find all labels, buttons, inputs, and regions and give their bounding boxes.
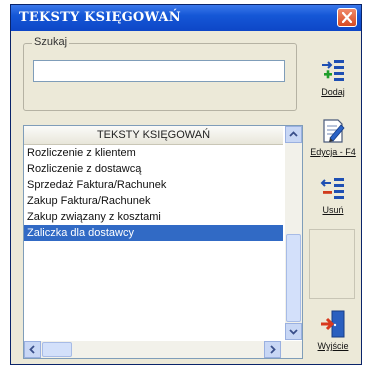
edit-document-icon bbox=[323, 119, 345, 143]
horizontal-scroll-thumb[interactable] bbox=[42, 342, 72, 357]
delete-list-icon bbox=[320, 178, 344, 199]
list-item[interactable]: Zakup związany z kosztami bbox=[24, 209, 283, 225]
window-title: TEKSTY KSIĘGOWAŃ bbox=[19, 10, 181, 25]
chevron-left-icon bbox=[29, 345, 35, 354]
dialog-window: TEKSTY KSIĘGOWAŃ Szukaj TEKSTY KSIĘGOWAŃ… bbox=[10, 4, 362, 365]
scroll-left-button[interactable] bbox=[24, 341, 41, 358]
search-label: Szukaj bbox=[32, 36, 70, 48]
close-button[interactable] bbox=[337, 8, 357, 27]
scroll-up-button[interactable] bbox=[285, 126, 302, 143]
close-icon bbox=[342, 12, 352, 23]
add-button-label: Dodaj bbox=[321, 87, 345, 97]
horizontal-scrollbar[interactable] bbox=[24, 341, 302, 358]
search-input[interactable] bbox=[33, 60, 285, 82]
button-spacer bbox=[309, 229, 355, 299]
list-item[interactable]: Zakup Faktura/Rachunek bbox=[24, 193, 283, 209]
exit-button[interactable]: Wyjście bbox=[307, 305, 359, 359]
list-item-selected[interactable]: Zaliczka dla dostawcy bbox=[24, 225, 283, 241]
chevron-right-icon bbox=[270, 345, 276, 354]
edit-button[interactable]: Edycja - F4 bbox=[307, 113, 359, 167]
scroll-down-button[interactable] bbox=[285, 323, 302, 340]
edit-button-label: Edycja - F4 bbox=[310, 147, 356, 157]
exit-button-label: Wyjście bbox=[317, 341, 349, 351]
entry-list[interactable]: TEKSTY KSIĘGOWAŃ Rozliczenie z klientem … bbox=[23, 125, 303, 359]
action-panel: Dodaj Edycja - F4 Usuń Wyjście bbox=[307, 43, 359, 361]
exit-door-icon bbox=[321, 310, 345, 338]
title-bar[interactable]: TEKSTY KSIĘGOWAŃ bbox=[11, 5, 361, 31]
add-button[interactable]: Dodaj bbox=[307, 53, 359, 107]
delete-button[interactable]: Usuń bbox=[307, 171, 359, 225]
chevron-down-icon bbox=[289, 329, 298, 335]
list-item[interactable]: Sprzedaż Faktura/Rachunek bbox=[24, 177, 283, 193]
search-group: Szukaj bbox=[23, 36, 297, 111]
list-header[interactable]: TEKSTY KSIĘGOWAŃ bbox=[24, 126, 283, 145]
delete-button-label: Usuń bbox=[322, 205, 344, 215]
list-items: Rozliczenie z klientem Rozliczenie z dos… bbox=[24, 145, 283, 241]
list-item[interactable]: Rozliczenie z klientem bbox=[24, 145, 283, 161]
vertical-scrollbar[interactable] bbox=[285, 126, 302, 340]
list-item[interactable]: Rozliczenie z dostawcą bbox=[24, 161, 283, 177]
vertical-scroll-thumb[interactable] bbox=[286, 234, 301, 322]
add-list-icon bbox=[322, 60, 344, 81]
scroll-right-button[interactable] bbox=[264, 341, 281, 358]
chevron-up-icon bbox=[289, 131, 298, 137]
